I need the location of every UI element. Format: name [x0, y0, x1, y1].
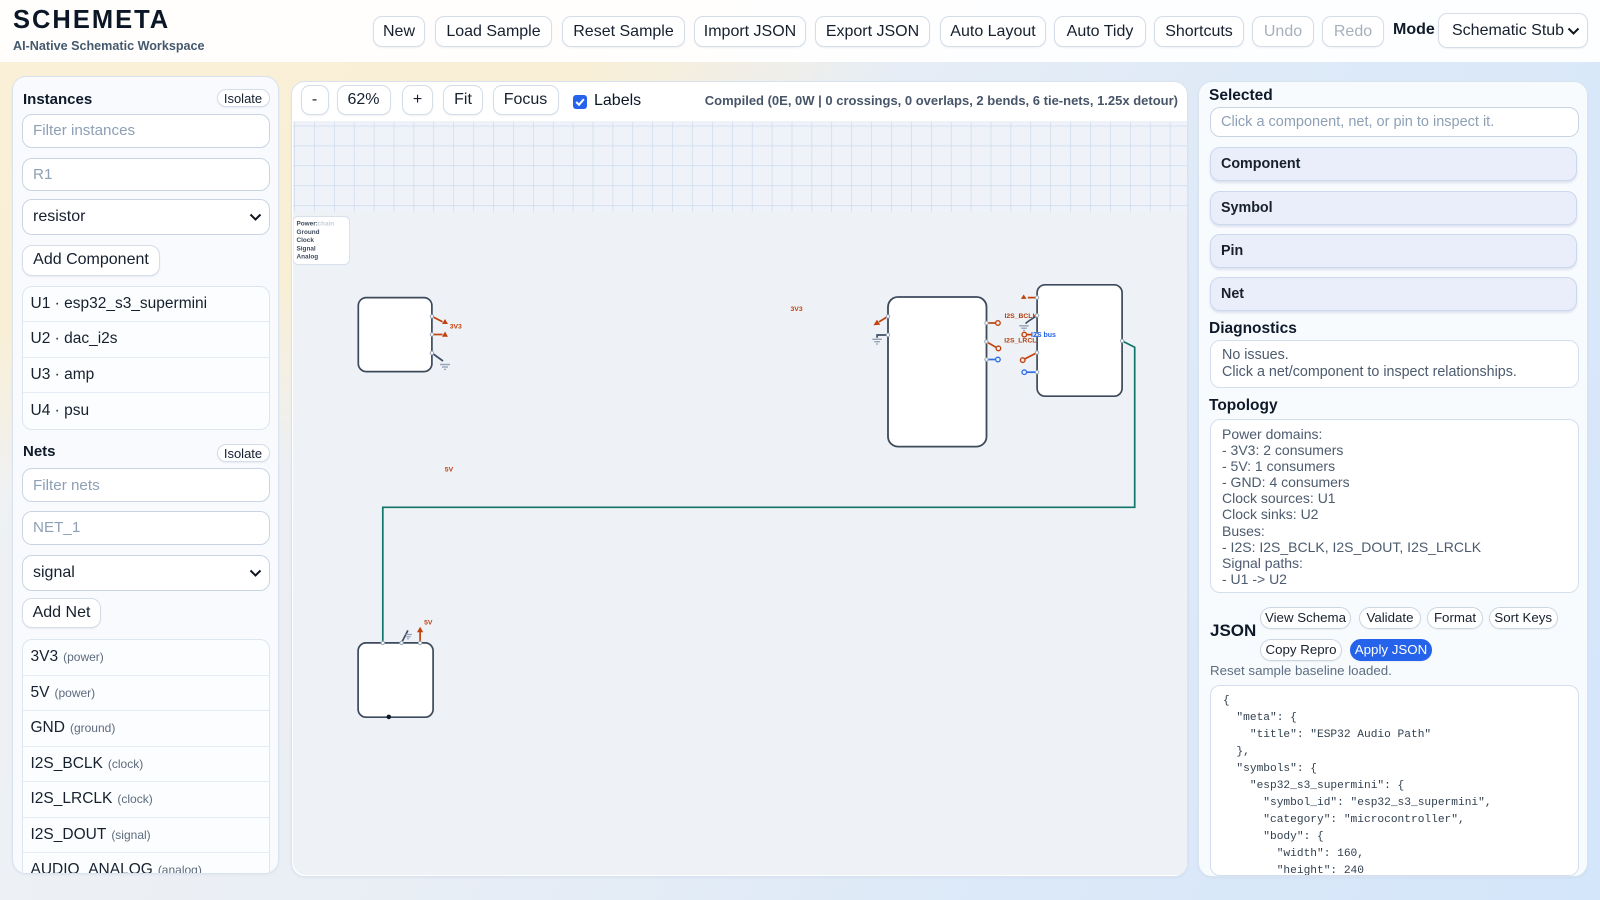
svg-text:3V3: 3V3 [449, 324, 461, 331]
svg-text:5V: 5V [444, 467, 453, 474]
svg-text:I2S bus: I2S bus [1031, 332, 1056, 339]
svg-text:Clock: Clock [296, 237, 314, 244]
svg-text:Power:: Power: [296, 221, 317, 228]
svg-text:3V3: 3V3 [790, 306, 802, 313]
svg-text:Signal: Signal [296, 245, 315, 252]
svg-text:5V: 5V [424, 620, 433, 627]
svg-text:Ground: Ground [296, 229, 319, 236]
svg-text:chain: chain [317, 221, 334, 228]
svg-text:Analog: Analog [296, 254, 318, 261]
